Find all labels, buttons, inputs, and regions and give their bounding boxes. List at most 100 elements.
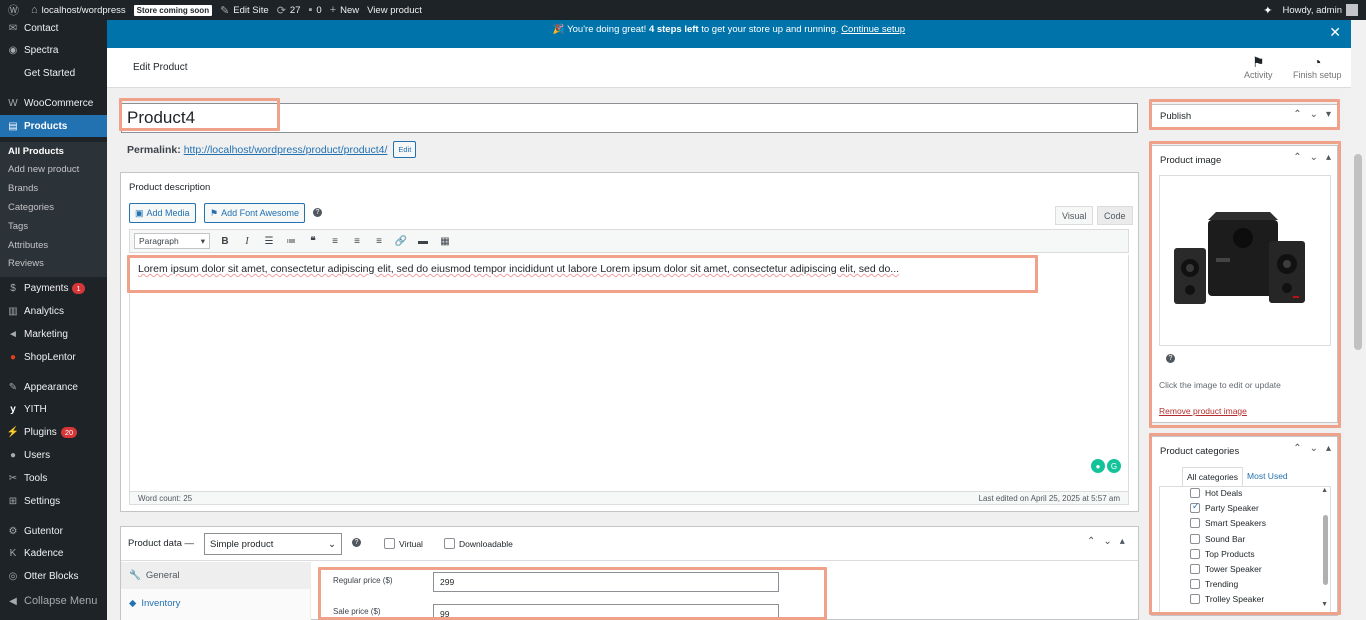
updates-link[interactable]: ⟳ 27 (277, 4, 301, 17)
toggle-icon[interactable]: ▴ (1326, 152, 1331, 163)
menu-collapse[interactable]: ◀ Collapse Menu (0, 590, 107, 612)
submenu-add-new[interactable]: Add new product (8, 164, 79, 175)
move-up-icon[interactable]: ⌃ (1293, 109, 1301, 120)
comments-link[interactable]: ▪ 0 (308, 4, 321, 16)
menu-products[interactable]: ▤ Products (0, 115, 107, 137)
add-media-button[interactable]: ▣ Add Media (129, 203, 196, 223)
category-item[interactable]: Trolley Speaker (1190, 593, 1264, 605)
edit-site-link[interactable]: ✎ Edit Site (220, 4, 269, 17)
toggle-icon[interactable]: ▾ (1326, 109, 1331, 120)
numbered-list-icon[interactable]: ≔ (280, 236, 302, 247)
tab-general[interactable]: 🔧 General (121, 562, 311, 589)
move-down-icon[interactable]: ⌄ (1310, 109, 1318, 120)
store-badge[interactable]: Store coming soon (133, 4, 213, 16)
submenu-attributes[interactable]: Attributes (8, 240, 48, 251)
product-type-select[interactable]: Simple product ⌄ (204, 533, 342, 555)
toggle-icon[interactable]: ▴ (1120, 536, 1125, 547)
category-item[interactable]: Hot Deals (1190, 487, 1242, 499)
menu-get-started[interactable]: Get Started (0, 62, 107, 84)
sale-price-input[interactable]: 99 (433, 604, 779, 620)
submenu-tags[interactable]: Tags (8, 221, 28, 232)
move-down-icon[interactable]: ⌄ (1310, 152, 1318, 163)
menu-settings[interactable]: ⊞ Settings (0, 490, 107, 512)
tab-visual[interactable]: Visual (1055, 206, 1094, 225)
category-item[interactable]: Tower Speaker (1190, 563, 1262, 575)
menu-spectra[interactable]: ◉ Spectra (0, 39, 107, 61)
read-more-icon[interactable]: ▬ (412, 236, 434, 247)
toggle-icon[interactable]: ▴ (1326, 443, 1331, 454)
menu-users[interactable]: ● Users (0, 444, 107, 466)
tab-code[interactable]: Code (1097, 206, 1133, 225)
view-product-link[interactable]: View product (367, 5, 422, 16)
link-icon[interactable]: 🔗 (390, 236, 412, 247)
help-icon[interactable]: ? (352, 538, 361, 547)
product-title-input[interactable]: Product4 (121, 103, 1138, 133)
move-down-icon[interactable]: ⌄ (1103, 536, 1111, 547)
align-right-icon[interactable]: ≡ (368, 236, 390, 247)
align-left-icon[interactable]: ≡ (324, 236, 346, 247)
editor-content-area[interactable]: Lorem ipsum dolor sit amet, consectetur … (129, 255, 1129, 493)
scroll-down-icon[interactable]: ▼ (1321, 601, 1328, 608)
move-up-icon[interactable]: ⌃ (1293, 443, 1301, 454)
toolbar-toggle-icon[interactable]: ▦ (434, 236, 456, 247)
scroll-up-icon[interactable]: ▲ (1321, 487, 1328, 494)
menu-analytics[interactable]: ▥ Analytics (0, 300, 107, 322)
account-menu[interactable]: Howdy, admin (1283, 4, 1358, 16)
menu-appearance[interactable]: ✎ Appearance (0, 376, 107, 398)
category-item[interactable]: Sound Bar (1190, 533, 1245, 545)
virtual-checkbox[interactable]: Virtual (384, 538, 423, 549)
menu-gutentor[interactable]: ⚙ Gutentor (0, 520, 107, 542)
submenu-all-products[interactable]: All Products (8, 146, 64, 157)
bullet-list-icon[interactable]: ☰ (258, 236, 280, 247)
align-center-icon[interactable]: ≡ (346, 236, 368, 247)
page-scrollbar-thumb[interactable] (1354, 154, 1362, 350)
menu-woocommerce[interactable]: W WooCommerce (0, 92, 107, 114)
category-item[interactable]: Party Speaker (1190, 501, 1259, 514)
menu-marketing[interactable]: ◄ Marketing (0, 323, 107, 345)
bold-icon[interactable]: B (214, 236, 236, 247)
regular-price-input[interactable]: 299 (433, 572, 779, 592)
format-select[interactable]: Paragraph ▾ (134, 233, 210, 249)
help-icon[interactable]: ? (313, 208, 322, 217)
blockquote-icon[interactable]: ❝ (302, 236, 324, 247)
submenu-categories[interactable]: Categories (8, 202, 54, 213)
finish-setup-button[interactable]: ◔ Finish setup (1293, 54, 1342, 80)
downloadable-checkbox[interactable]: Downloadable (444, 538, 513, 549)
submenu-reviews[interactable]: Reviews (8, 258, 44, 269)
tab-inventory[interactable]: ◆ Inventory (121, 590, 311, 617)
tab-all-categories[interactable]: All categories (1182, 467, 1244, 487)
help-icon[interactable]: ? (1166, 354, 1175, 363)
category-item[interactable]: Top Products (1190, 548, 1255, 560)
menu-tools[interactable]: ✂ Tools (0, 467, 107, 489)
menu-otter-blocks[interactable]: ◎ Otter Blocks (0, 565, 107, 587)
add-font-awesome-button[interactable]: ⚑ Add Font Awesome (204, 203, 305, 223)
italic-icon[interactable]: I (236, 236, 258, 247)
wordpress-logo-icon[interactable]: Ⓦ (8, 2, 23, 18)
category-item[interactable]: Trending (1190, 578, 1238, 590)
submenu-brands[interactable]: Brands (8, 183, 38, 194)
grammarly-icon[interactable]: G (1107, 459, 1121, 473)
bulb-icon[interactable]: ● (1091, 459, 1105, 473)
category-scrollbar-thumb[interactable] (1323, 515, 1328, 585)
tab-most-used[interactable]: Most Used (1243, 467, 1292, 487)
sparkle-icon[interactable]: ✦ (1263, 4, 1272, 17)
move-down-icon[interactable]: ⌄ (1310, 443, 1318, 454)
remove-image-link[interactable]: Remove product image (1159, 406, 1247, 416)
menu-kadence[interactable]: K Kadence (0, 542, 107, 564)
menu-payments[interactable]: $ Payments 1 (0, 277, 107, 299)
activity-button[interactable]: ⚑ Activity (1244, 54, 1273, 80)
permalink-link[interactable]: http://localhost/wordpress/product/produ… (184, 144, 388, 156)
category-item[interactable]: Smart Speakers (1190, 517, 1266, 529)
edit-permalink-button[interactable]: Edit (393, 141, 417, 158)
menu-yith[interactable]: y YITH (0, 398, 107, 420)
new-content-link[interactable]: + New (330, 4, 359, 16)
menu-plugins[interactable]: ⚡ Plugins 20 (0, 421, 107, 443)
move-up-icon[interactable]: ⌃ (1087, 536, 1095, 547)
site-name-link[interactable]: ⌂ localhost/wordpress (31, 4, 126, 16)
close-icon[interactable]: ✕ (1329, 22, 1341, 42)
product-image[interactable] (1159, 175, 1331, 346)
grammarly-widget[interactable]: ● G (1091, 459, 1121, 473)
continue-setup-link[interactable]: Continue setup (841, 24, 905, 35)
move-up-icon[interactable]: ⌃ (1293, 152, 1301, 163)
menu-contact[interactable]: ✉ Contact (0, 17, 107, 39)
